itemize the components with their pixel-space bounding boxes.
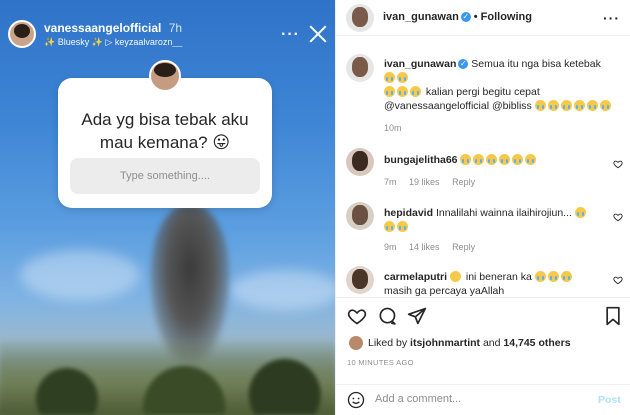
author-avatar[interactable]	[346, 4, 374, 32]
verified-badge-icon: ✓	[460, 12, 471, 22]
comment-item: hepidavid Innalilahi wainna ilaihirojiun…	[384, 206, 614, 234]
heart-icon[interactable]	[613, 272, 623, 285]
bookmark-icon[interactable]	[603, 306, 623, 326]
weary-face-icon	[384, 72, 395, 83]
background-cloud	[230, 270, 335, 310]
caption-text-2: kalian pergi begitu cepat	[425, 86, 540, 98]
comment-reply-button[interactable]: Reply	[452, 177, 475, 187]
crying-face-icon	[534, 271, 546, 282]
liked-by-avatar[interactable]	[349, 336, 363, 350]
weary-face-icon	[560, 100, 572, 111]
crying-face-icon	[486, 154, 498, 165]
separator-dot: •	[473, 11, 478, 23]
heart-icon[interactable]	[347, 306, 367, 326]
emoji-icon[interactable]	[347, 391, 365, 409]
caption-avatar[interactable]	[346, 54, 374, 82]
question-sticker-avatar	[149, 60, 181, 92]
comment-text: Innalilahi wainna ilaihirojiun...	[435, 207, 572, 219]
more-horizontal-icon[interactable]: ···	[603, 10, 620, 26]
close-icon[interactable]	[306, 23, 330, 47]
background-cloud	[20, 250, 140, 300]
crying-face-icon	[473, 154, 485, 165]
crying-face-icon	[525, 154, 537, 165]
crying-face-icon	[512, 154, 524, 165]
worried-face-icon	[449, 271, 461, 282]
comment-avatar[interactable]	[346, 148, 374, 176]
weary-face-icon	[397, 72, 408, 83]
crying-face-icon	[460, 154, 472, 165]
story-music-label[interactable]: ✨ Bluesky ✨ ▷ keyzaalvarozn__	[44, 37, 182, 48]
story-time: 7h	[168, 20, 183, 35]
post-actions-bar	[335, 297, 630, 331]
post-timestamp: 10 MINUTES AGO	[347, 358, 414, 367]
add-comment-input[interactable]	[375, 393, 595, 405]
following-button[interactable]: Following	[481, 11, 532, 23]
comment-meta: 7m 19 likes Reply	[384, 177, 485, 187]
caption-time: 10m	[384, 123, 402, 133]
comment-item: carmelaputri ini beneran ka masih ga per…	[384, 270, 614, 296]
crying-face-icon	[547, 271, 559, 282]
comment-time: 7m	[384, 177, 397, 187]
comment-text: ini beneran ka	[465, 271, 532, 283]
comment-avatar[interactable]	[346, 202, 374, 230]
comment-username[interactable]: carmelaputri	[384, 271, 447, 283]
comment-icon[interactable]	[377, 306, 397, 326]
story-username[interactable]: vanessaangelofficial	[44, 21, 161, 35]
question-sticker-text: Ada yg bisa tebak aku mau kemana? 😛	[81, 110, 249, 152]
liked-by: Liked by itsjohnmartint and 14,745 other…	[349, 336, 571, 350]
comment-reply-button[interactable]: Reply	[452, 242, 475, 252]
verified-badge-icon: ✓	[458, 59, 469, 69]
question-sticker-input[interactable]: Type something....	[70, 158, 260, 194]
weary-face-icon	[599, 100, 611, 111]
caption: ivan_gunawan ✓ Semua itu nga bisa ketebak…	[384, 57, 614, 113]
heart-icon[interactable]	[613, 156, 623, 169]
comment-likes[interactable]: 14 likes	[409, 242, 440, 252]
crying-face-icon	[384, 221, 395, 232]
crying-face-icon	[574, 207, 586, 218]
add-comment-bar: Post	[335, 384, 630, 415]
post-author-line: ivan_gunawan ✓ • Following	[383, 11, 532, 23]
liked-by-user[interactable]: itsjohnmartint	[410, 337, 480, 349]
author-username[interactable]: ivan_gunawan	[383, 11, 459, 23]
story-avatar[interactable]	[8, 20, 36, 48]
liked-by-count[interactable]: 14,745 others	[503, 337, 570, 349]
heart-icon[interactable]	[613, 209, 623, 222]
crying-face-icon	[397, 221, 408, 232]
caption-text-1: Semua itu nga bisa ketebak	[471, 58, 601, 70]
story-viewer: vanessaangelofficial 7h ✨ Bluesky ✨ ▷ ke…	[0, 0, 335, 415]
comment-item: bungajelitha66	[384, 153, 614, 167]
story-photo-foliage	[0, 335, 335, 415]
post-comment-button[interactable]: Post	[598, 394, 621, 406]
caption-mentions[interactable]: @vanessaangelofficial @bibliss	[384, 100, 532, 112]
caption-username[interactable]: ivan_gunawan	[384, 58, 456, 70]
caption-meta: 10m	[384, 123, 412, 133]
liked-by-prefix: Liked by	[368, 337, 408, 349]
weary-face-icon	[586, 100, 598, 111]
comment-username[interactable]: bungajelitha66	[384, 154, 458, 166]
share-icon[interactable]	[407, 306, 427, 326]
weary-face-icon	[534, 100, 546, 111]
comment-text-2: masih ga percaya yaAllah	[384, 285, 505, 296]
weary-face-icon	[547, 100, 559, 111]
question-sticker[interactable]: Ada yg bisa tebak aku mau kemana? 😛 Type…	[58, 60, 272, 208]
comment-time: 9m	[384, 242, 397, 252]
weary-face-icon	[384, 86, 395, 97]
liked-by-and: and	[482, 337, 501, 349]
crying-face-icon	[560, 271, 572, 282]
more-horizontal-icon[interactable]: ···	[281, 26, 300, 44]
weary-face-icon	[573, 100, 585, 111]
weary-face-icon	[410, 86, 421, 97]
comment-likes[interactable]: 19 likes	[409, 177, 440, 187]
comment-meta: 9m 14 likes Reply	[384, 242, 485, 252]
story-header: vanessaangelofficial 7h ✨ Bluesky ✨ ▷ ke…	[8, 20, 182, 48]
story-meta: vanessaangelofficial 7h ✨ Bluesky ✨ ▷ ke…	[44, 21, 182, 48]
comment-username[interactable]: hepidavid	[384, 207, 433, 219]
comment-avatar[interactable]	[346, 266, 374, 294]
crying-face-icon	[499, 154, 511, 165]
weary-face-icon	[397, 86, 408, 97]
